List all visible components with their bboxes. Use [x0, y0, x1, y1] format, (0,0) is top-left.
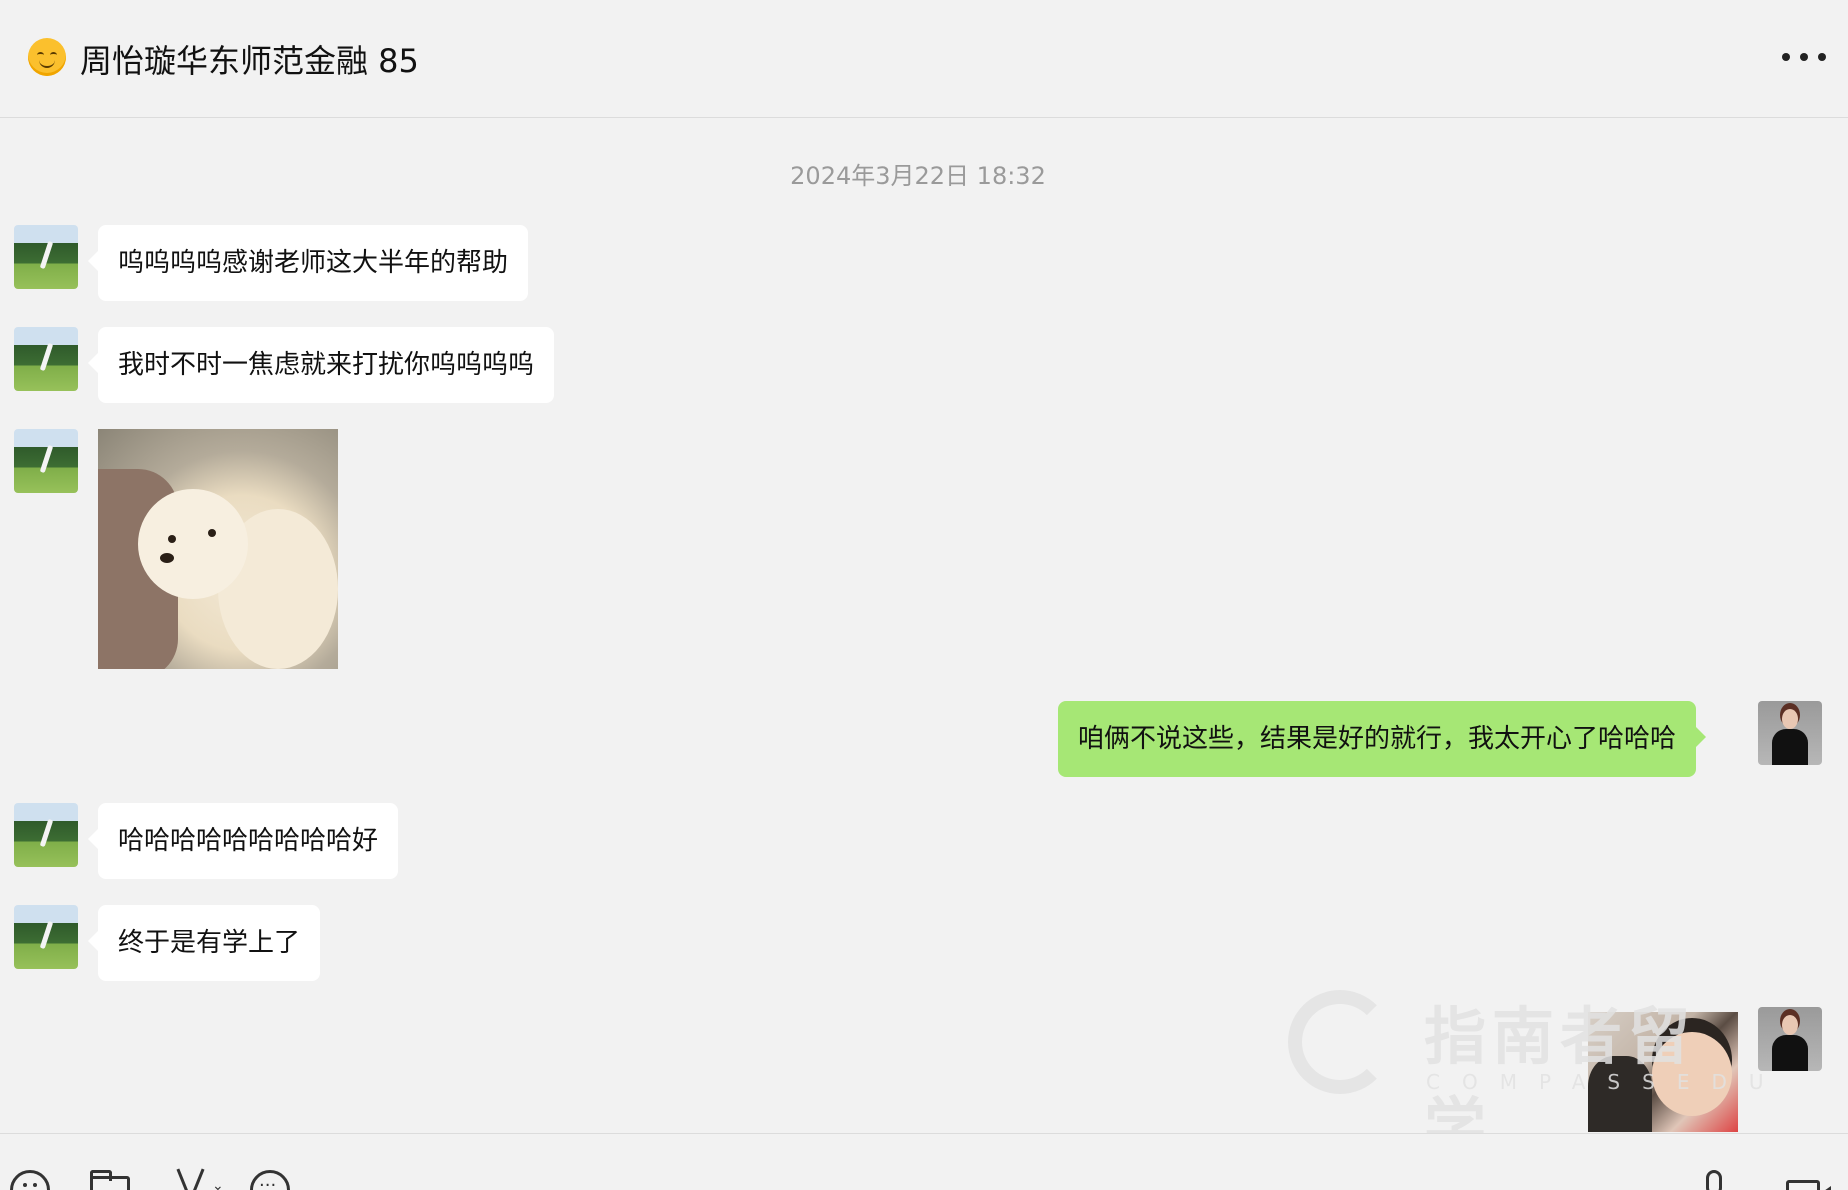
self-avatar[interactable]: [1758, 1007, 1822, 1071]
chat-history-icon[interactable]: [250, 1170, 290, 1190]
more-options-button[interactable]: [1782, 42, 1826, 72]
incoming-message-bubble[interactable]: 终于是有学上了: [87, 905, 321, 981]
message-timestamp: 2024年3月22日 18:32: [790, 162, 1046, 190]
folder-icon[interactable]: [90, 1170, 130, 1190]
contact-avatar[interactable]: [14, 803, 78, 867]
contact-avatar[interactable]: [14, 225, 78, 289]
kids-sticker[interactable]: [1588, 1012, 1738, 1132]
incoming-message-bubble[interactable]: 呜呜呜呜感谢老师这大半年的帮助: [87, 225, 529, 301]
incoming-message-bubble[interactable]: 我时不时一焦虑就来打扰你呜呜呜呜: [87, 327, 555, 403]
microphone-icon[interactable]: [1706, 1170, 1722, 1190]
chat-header: 周怡璇华东师范金融 85: [0, 0, 1848, 118]
contact-avatar[interactable]: [14, 905, 78, 969]
outgoing-message-bubble[interactable]: 咱俩不说这些，结果是好的就行，我太开心了哈哈哈: [1058, 701, 1707, 777]
scissors-icon[interactable]: [176, 1168, 206, 1190]
puppy-sticker[interactable]: [98, 429, 338, 669]
video-call-icon[interactable]: [1786, 1180, 1831, 1190]
contact-avatar[interactable]: [14, 327, 78, 391]
more-dots-icon: [1782, 53, 1790, 61]
self-avatar[interactable]: [1758, 701, 1822, 765]
contact-avatar[interactable]: [14, 429, 78, 493]
input-toolbar: ⌄: [0, 1133, 1848, 1190]
emoji-icon[interactable]: [10, 1170, 50, 1190]
compass-logo-icon: [1288, 990, 1392, 1094]
chevron-down-icon[interactable]: ⌄: [212, 1178, 224, 1190]
incoming-message-bubble[interactable]: 哈哈哈哈哈哈哈哈哈好: [87, 803, 399, 879]
smiling-face-icon: [28, 38, 66, 76]
chat-title[interactable]: 周怡璇华东师范金融 85: [80, 36, 419, 82]
